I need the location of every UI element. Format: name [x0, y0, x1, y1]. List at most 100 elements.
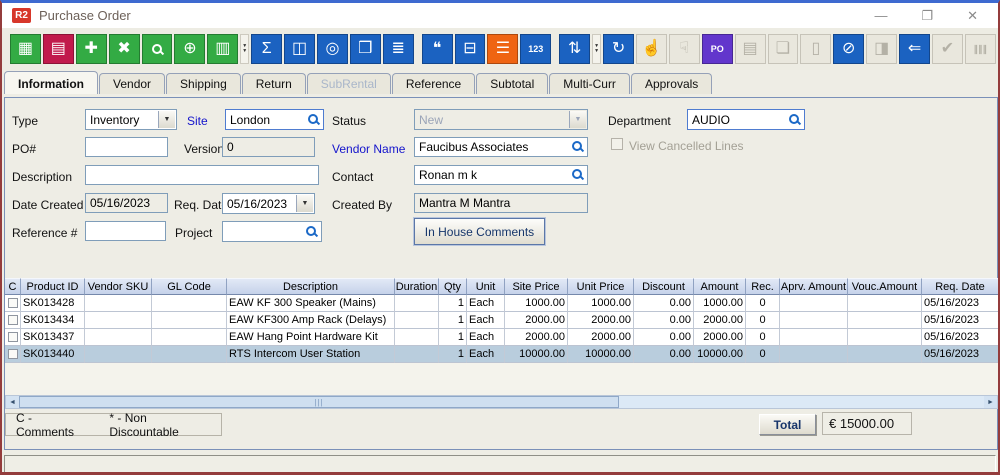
contact-search-icon[interactable]	[571, 168, 584, 181]
tab-reference[interactable]: Reference	[392, 73, 475, 94]
site-search-icon[interactable]	[307, 113, 320, 126]
sort-button[interactable]: ⇅	[559, 34, 590, 64]
horizontal-scrollbar[interactable]: ◄ ||| ►	[5, 395, 998, 409]
minimize-button[interactable]: —	[874, 8, 887, 24]
approve-icon: ☝	[641, 41, 661, 57]
barcode-button[interactable]: ∥∥∥	[965, 34, 996, 64]
print-po-button[interactable]: ▤	[735, 34, 766, 64]
delete-icon: ✖	[117, 41, 130, 57]
req-date-select[interactable]: 05/16/2023 ▼	[222, 193, 315, 214]
approve-button[interactable]: ☝	[636, 34, 667, 64]
reference-input[interactable]	[85, 221, 166, 241]
table-cell	[780, 329, 848, 346]
req-date-label: Req. Date	[174, 198, 228, 212]
count-button[interactable]: 123	[520, 34, 551, 64]
column-header-rec-[interactable]: Rec.	[746, 278, 780, 295]
vendor-name-input[interactable]: Faucibus Associates	[414, 137, 588, 157]
column-header-c[interactable]: C	[5, 278, 21, 295]
sort-overflow-divider[interactable]: ▼▼	[592, 34, 601, 64]
table-row[interactable]: SK013428EAW KF 300 Speaker (Mains)1Each1…	[5, 295, 999, 312]
pick-list-button[interactable]: ☰	[487, 34, 518, 64]
table-cell: 0.00	[634, 312, 694, 329]
contact-input[interactable]: Ronan m k	[414, 165, 588, 185]
save-button[interactable]: ▦	[10, 34, 41, 64]
maximize-button[interactable]: ❐	[921, 8, 933, 24]
department-search-icon[interactable]	[788, 113, 801, 126]
row-checkbox[interactable]	[8, 332, 18, 342]
column-header-discount[interactable]: Discount	[634, 278, 694, 295]
scroll-left-icon[interactable]: ◄	[6, 396, 19, 408]
total-button[interactable]: Total	[759, 414, 816, 435]
table-row[interactable]: SK013434EAW KF300 Amp Rack (Delays)1Each…	[5, 312, 999, 329]
vendor-search-icon[interactable]	[571, 140, 584, 153]
equipment-view-button[interactable]: ⊟	[455, 34, 486, 64]
column-header-gl-code[interactable]: GL Code	[152, 278, 227, 295]
totals-button[interactable]: Σ	[251, 34, 282, 64]
tab-information[interactable]: Information	[4, 71, 98, 94]
scrollbar-thumb[interactable]: |||	[19, 396, 619, 408]
table-cell	[5, 312, 21, 329]
project-search-icon[interactable]	[305, 225, 318, 238]
voucher-button[interactable]: ❏	[768, 34, 799, 64]
column-header-product-id[interactable]: Product ID	[21, 278, 85, 295]
delete-button[interactable]: ✖	[109, 34, 140, 64]
view-cancelled-checkbox[interactable]	[611, 138, 623, 150]
stock-view-button[interactable]: ≣	[383, 34, 414, 64]
overflow-divider[interactable]: ▼▼	[240, 34, 249, 64]
column-header-amount[interactable]: Amount	[694, 278, 746, 295]
tab-vendor[interactable]: Vendor	[99, 73, 165, 94]
column-header-req-date[interactable]: Req. Date	[922, 278, 999, 295]
req-date-dropdown-arrow-icon[interactable]: ▼	[296, 195, 313, 212]
package-button[interactable]: ▥	[207, 34, 238, 64]
table-row[interactable]: SK013440RTS Intercom User Station1Each10…	[5, 346, 999, 363]
po-number-input[interactable]	[85, 137, 168, 157]
comments-button[interactable]: ❝	[422, 34, 453, 64]
close-door-button[interactable]: ▯	[800, 34, 831, 64]
convert-po-button[interactable]: PO	[702, 34, 733, 64]
site-input[interactable]: London	[225, 109, 324, 130]
configuration-button[interactable]: ◫	[284, 34, 315, 64]
print-button[interactable]: ▤	[43, 34, 74, 64]
cancel-button[interactable]: ⊘	[833, 34, 864, 64]
row-checkbox[interactable]	[8, 315, 18, 325]
receive-button[interactable]: ⇐	[899, 34, 930, 64]
department-input[interactable]: AUDIO	[687, 109, 805, 130]
reject-button[interactable]: ☟	[669, 34, 700, 64]
column-header-description[interactable]: Description	[227, 278, 395, 295]
column-header-unit-price[interactable]: Unit Price	[568, 278, 634, 295]
contact-label: Contact	[332, 170, 373, 184]
scroll-right-icon[interactable]: ►	[984, 396, 997, 408]
close-button[interactable]: ✕	[967, 8, 978, 24]
add-item-button[interactable]: ⊕	[174, 34, 205, 64]
table-row[interactable]: SK013437EAW Hang Point Hardware Kit1Each…	[5, 329, 999, 346]
complete-button[interactable]: ✔	[932, 34, 963, 64]
in-house-comments-button[interactable]: In House Comments	[414, 218, 545, 245]
tab-multi-curr[interactable]: Multi-Curr	[549, 73, 630, 94]
add-button[interactable]: ✚	[76, 34, 107, 64]
find-button[interactable]	[142, 34, 173, 64]
open-door-button[interactable]: ◨	[866, 34, 897, 64]
tab-subtotal[interactable]: Subtotal	[476, 73, 548, 94]
column-header-qty[interactable]: Qty	[439, 278, 467, 295]
type-select[interactable]: Inventory ▼	[85, 109, 177, 130]
tab-shipping[interactable]: Shipping	[166, 73, 241, 94]
version-field: 0	[222, 137, 315, 157]
tab-return[interactable]: Return	[242, 73, 306, 94]
project-input[interactable]	[222, 221, 322, 242]
column-header-vendor-sku[interactable]: Vendor SKU	[85, 278, 152, 295]
refresh-button[interactable]: ↻	[603, 34, 634, 64]
row-checkbox[interactable]	[8, 349, 18, 359]
description-input[interactable]	[85, 165, 319, 185]
item-view-button[interactable]: ◎	[317, 34, 348, 64]
column-header-unit[interactable]: Unit	[467, 278, 505, 295]
row-checkbox[interactable]	[8, 298, 18, 308]
catalog-button[interactable]: ❒	[350, 34, 381, 64]
column-header-aprv-amount[interactable]: Aprv. Amount	[780, 278, 848, 295]
print-icon: ▤	[51, 41, 66, 57]
status-label: Status	[332, 114, 366, 128]
tab-approvals[interactable]: Approvals	[631, 73, 712, 94]
type-dropdown-arrow-icon[interactable]: ▼	[158, 111, 175, 128]
column-header-duration[interactable]: Duration	[395, 278, 439, 295]
column-header-vouc-amount[interactable]: Vouc.Amount	[848, 278, 922, 295]
column-header-site-price[interactable]: Site Price	[505, 278, 568, 295]
